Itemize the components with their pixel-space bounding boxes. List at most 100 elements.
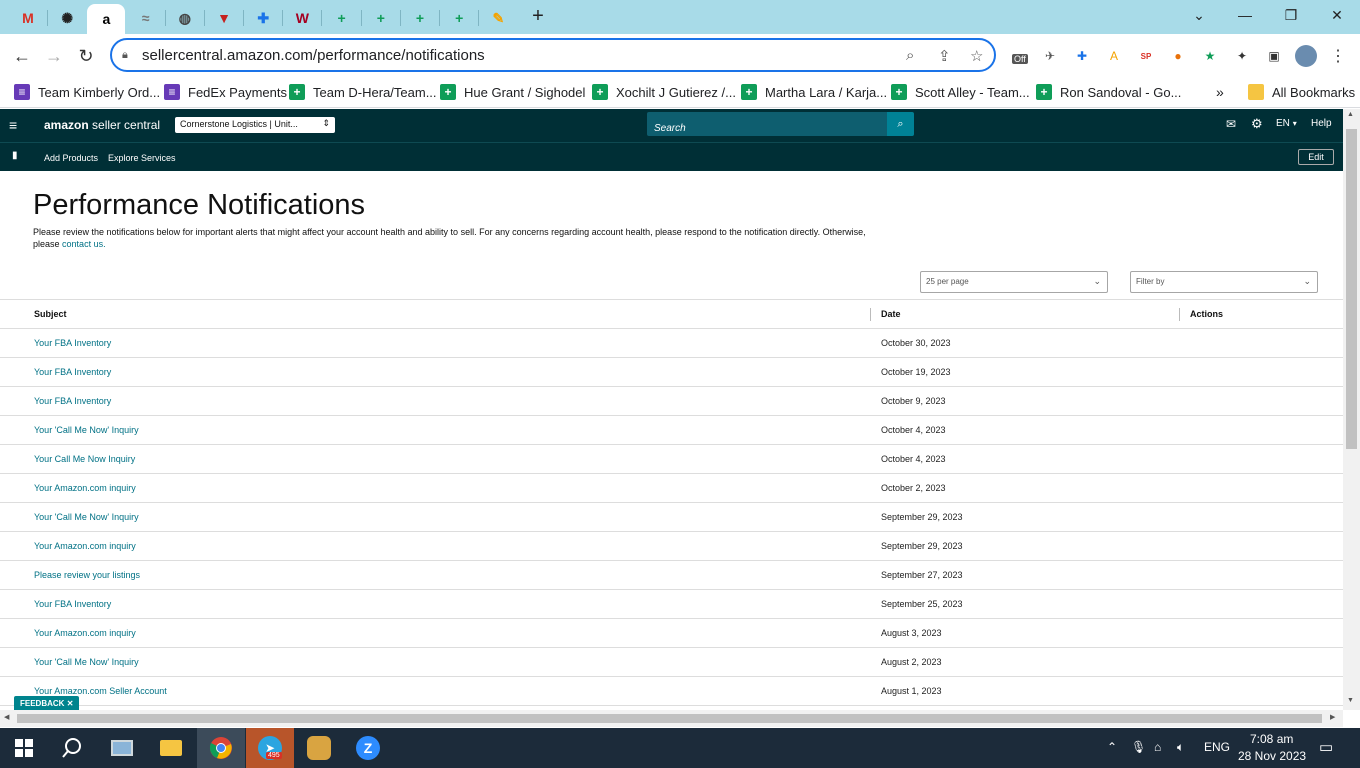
browser-tab[interactable]: M bbox=[9, 4, 47, 32]
file-explorer-icon[interactable] bbox=[147, 728, 195, 768]
notification-subject-link[interactable]: Please review your listings bbox=[34, 570, 140, 580]
edit-nav-button[interactable]: Edit bbox=[1298, 149, 1334, 165]
reload-button[interactable]: ↻ bbox=[73, 43, 99, 69]
scroll-down-icon[interactable]: ▼ bbox=[1347, 697, 1354, 704]
browser-tab[interactable]: ✚ bbox=[244, 4, 282, 32]
notifications-icon[interactable]: ▭ bbox=[1319, 738, 1333, 756]
bookmark-item[interactable]: + Scott Alley - Team... bbox=[891, 82, 1030, 102]
extension-icon[interactable]: ★ bbox=[1200, 46, 1220, 66]
input-language[interactable]: ENG bbox=[1204, 740, 1230, 754]
browser-tab[interactable]: + bbox=[440, 4, 478, 32]
per-page-select[interactable]: 25 per page ⌄ bbox=[920, 271, 1108, 293]
side-panel-icon[interactable]: ▣ bbox=[1264, 46, 1284, 66]
browser-tab[interactable]: ✺ bbox=[48, 4, 86, 32]
hamburger-menu-icon[interactable]: ≡ bbox=[9, 117, 17, 133]
bookmark-item[interactable]: + Hue Grant / Sighodel bbox=[440, 82, 585, 102]
back-button[interactable]: ← bbox=[9, 43, 35, 69]
account-switcher[interactable]: Cornerstone Logistics | Unit... ⇕ bbox=[175, 117, 335, 133]
date-column-header[interactable]: Date bbox=[881, 309, 901, 319]
notification-subject-link[interactable]: Your FBA Inventory bbox=[34, 338, 111, 348]
site-info-icon[interactable]: 🔒︎ bbox=[122, 49, 128, 62]
windows-start-icon[interactable] bbox=[0, 728, 48, 768]
address-bar[interactable]: 🔒︎ sellercentral.amazon.com/performance/… bbox=[110, 38, 996, 72]
all-bookmarks-folder[interactable]: All Bookmarks bbox=[1248, 82, 1355, 102]
notification-subject-link[interactable]: Your 'Call Me Now' Inquiry bbox=[34, 425, 139, 435]
nav-explore-services[interactable]: Explore Services bbox=[108, 153, 176, 163]
tab-search-icon[interactable]: ⌄ bbox=[1177, 4, 1221, 26]
scroll-right-icon[interactable]: ▶ bbox=[1330, 713, 1335, 721]
notification-subject-link[interactable]: Your 'Call Me Now' Inquiry bbox=[34, 657, 139, 667]
notification-subject-link[interactable]: Your Amazon.com inquiry bbox=[34, 541, 136, 551]
browser-tab[interactable]: ✎ bbox=[479, 4, 517, 32]
feedback-tab[interactable]: FEEDBACK ✕ bbox=[14, 696, 80, 710]
notification-subject-link[interactable]: Your Amazon.com inquiry bbox=[34, 628, 136, 638]
new-tab-button[interactable]: + bbox=[527, 6, 549, 28]
browser-tab[interactable]: ▼ bbox=[205, 4, 243, 32]
notification-subject-link[interactable]: Your Call Me Now Inquiry bbox=[34, 454, 135, 464]
volume-icon[interactable]: 🔈︎ bbox=[1177, 740, 1184, 755]
zoom-icon[interactable]: ⌕ bbox=[906, 47, 914, 64]
notification-subject-link[interactable]: Your FBA Inventory bbox=[34, 396, 111, 406]
minimize-button[interactable]: — bbox=[1223, 4, 1267, 26]
browser-tab[interactable]: a bbox=[87, 4, 126, 34]
profile-avatar[interactable] bbox=[1295, 45, 1317, 67]
extension-icon[interactable]: ✚ bbox=[1072, 46, 1092, 66]
extension-icon[interactable]: ✈ bbox=[1040, 46, 1060, 66]
bookmark-item[interactable]: + Ron Sandoval - Go... bbox=[1036, 82, 1181, 102]
browser-menu-icon[interactable]: ⋮ bbox=[1328, 46, 1348, 66]
notification-subject-link[interactable]: Your Amazon.com Seller Account bbox=[34, 686, 167, 696]
seller-central-logo[interactable]: amazon seller central bbox=[44, 118, 160, 132]
bookmark-item[interactable]: + Xochilt J Gutierez /... bbox=[592, 82, 736, 102]
notification-subject-link[interactable]: Your 'Call Me Now' Inquiry bbox=[34, 512, 139, 522]
alert-extension-icon[interactable]: SP bbox=[1136, 46, 1156, 66]
horizontal-scrollbar[interactable]: ◀ ▶ bbox=[0, 710, 1343, 727]
bookmark-star-icon[interactable]: ☆ bbox=[970, 47, 983, 65]
notification-subject-link[interactable]: Your FBA Inventory bbox=[34, 599, 111, 609]
browser-tab[interactable]: + bbox=[323, 4, 361, 32]
scroll-left-icon[interactable]: ◀ bbox=[4, 713, 9, 721]
search-input[interactable]: Search bbox=[647, 112, 887, 136]
filter-select[interactable]: Filter by ⌄ bbox=[1130, 271, 1318, 293]
search-icon[interactable] bbox=[48, 728, 96, 768]
show-hidden-icons[interactable]: ⌃ bbox=[1107, 740, 1117, 754]
close-window-button[interactable]: ✕ bbox=[1315, 4, 1359, 26]
restore-button[interactable]: ❐ bbox=[1269, 4, 1313, 26]
browser-tab[interactable]: ◍ bbox=[166, 4, 204, 32]
more-bookmarks-icon[interactable]: » bbox=[1216, 82, 1224, 102]
vertical-scroll-thumb[interactable] bbox=[1346, 129, 1357, 449]
scroll-up-icon[interactable]: ▲ bbox=[1347, 111, 1354, 118]
notification-subject-link[interactable]: Your Amazon.com inquiry bbox=[34, 483, 136, 493]
network-icon[interactable]: ⌂ bbox=[1154, 740, 1161, 754]
contact-us-link[interactable]: contact us. bbox=[62, 239, 106, 249]
microphone-icon[interactable]: 🎙︎ bbox=[1131, 740, 1146, 754]
forward-button[interactable]: → bbox=[41, 43, 67, 69]
help-link[interactable]: Help bbox=[1311, 118, 1332, 129]
nav-add-products[interactable]: Add Products bbox=[44, 153, 98, 163]
browser-tab[interactable]: W bbox=[283, 4, 321, 32]
bookmark-icon[interactable]: ▮ bbox=[12, 150, 18, 161]
bookmark-item[interactable]: ≡ Team Kimberly Ord... bbox=[14, 82, 160, 102]
clock-time[interactable]: 7:08 am bbox=[1250, 732, 1293, 746]
game-app-icon[interactable] bbox=[295, 728, 343, 768]
language-selector[interactable]: EN ▾ bbox=[1276, 118, 1297, 129]
browser-tab[interactable]: ≈ bbox=[127, 4, 165, 32]
browser-tab[interactable]: + bbox=[362, 4, 400, 32]
coupon-extension-icon[interactable]: Off bbox=[1010, 46, 1032, 66]
extension-icon[interactable]: ● bbox=[1168, 46, 1188, 66]
clock-date[interactable]: 28 Nov 2023 bbox=[1238, 749, 1306, 763]
bookmark-item[interactable]: + Martha Lara / Karja... bbox=[741, 82, 887, 102]
subject-column-header[interactable]: Subject bbox=[34, 309, 67, 319]
desktop-app-icon[interactable] bbox=[98, 728, 146, 768]
vertical-scrollbar[interactable]: ▲ ▼ bbox=[1343, 109, 1360, 710]
bookmark-item[interactable]: + Team D-Hera/Team... bbox=[289, 82, 437, 102]
browser-tab[interactable]: + bbox=[401, 4, 439, 32]
extensions-puzzle-icon[interactable]: ✦ bbox=[1232, 46, 1252, 66]
close-icon[interactable]: ✕ bbox=[67, 699, 74, 708]
telegram-icon[interactable]: ➤ 495 bbox=[246, 728, 294, 768]
notification-subject-link[interactable]: Your FBA Inventory bbox=[34, 367, 111, 377]
share-icon[interactable]: ⇪ bbox=[938, 47, 951, 65]
extension-icon[interactable]: A bbox=[1104, 46, 1124, 66]
chrome-icon[interactable] bbox=[197, 728, 245, 768]
bookmark-item[interactable]: ≡ FedEx Payments bbox=[164, 82, 287, 102]
mail-icon[interactable]: ✉ bbox=[1226, 117, 1236, 131]
